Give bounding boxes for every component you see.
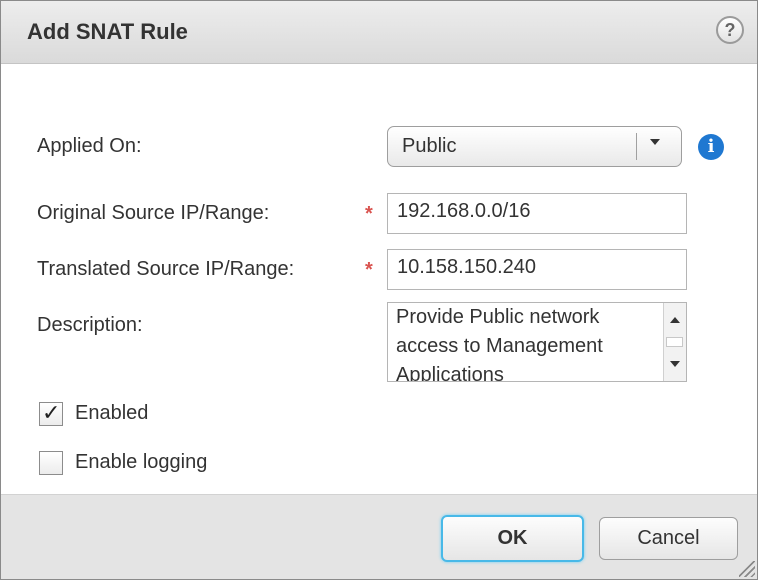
- select-divider: [636, 133, 637, 160]
- applied-on-select[interactable]: Public: [387, 126, 682, 167]
- enable-logging-label: Enable logging: [75, 451, 208, 473]
- resize-grip-icon[interactable]: [739, 561, 755, 577]
- enabled-label: Enabled: [75, 402, 149, 424]
- applied-on-label: Applied On:: [37, 135, 142, 157]
- translated-source-label: Translated Source IP/Range:: [37, 258, 295, 280]
- checkmark-icon: ✓: [42, 400, 61, 425]
- required-marker: *: [365, 203, 373, 225]
- description-textarea[interactable]: Provide Public network access to Managem…: [387, 302, 687, 382]
- ok-button[interactable]: OK: [441, 515, 584, 562]
- original-source-ip-input[interactable]: 192.168.0.0/16: [387, 193, 687, 234]
- required-marker: *: [365, 259, 373, 281]
- scroll-up-arrow-icon[interactable]: [670, 317, 680, 323]
- description-label: Description:: [37, 314, 143, 336]
- description-scrollbar[interactable]: [663, 303, 686, 381]
- help-icon[interactable]: ?: [716, 16, 744, 44]
- translated-source-ip-input[interactable]: 10.158.150.240: [387, 249, 687, 290]
- cancel-button[interactable]: Cancel: [599, 517, 738, 560]
- dialog-titlebar: Add SNAT Rule ?: [1, 1, 757, 64]
- add-snat-rule-dialog: Add SNAT Rule ? Applied On: Public i Ori…: [0, 0, 758, 580]
- dialog-title: Add SNAT Rule: [27, 19, 188, 44]
- applied-on-value: Public: [402, 135, 457, 157]
- enabled-checkbox[interactable]: ✓: [39, 400, 63, 426]
- original-source-label: Original Source IP/Range:: [37, 202, 270, 224]
- enable-logging-checkbox[interactable]: [39, 451, 63, 475]
- chevron-down-icon[interactable]: [650, 139, 660, 145]
- scroll-down-arrow-icon[interactable]: [670, 361, 680, 367]
- description-text: Provide Public network access to Managem…: [396, 306, 603, 382]
- info-icon[interactable]: i: [698, 134, 724, 160]
- scroll-thumb[interactable]: [666, 337, 683, 347]
